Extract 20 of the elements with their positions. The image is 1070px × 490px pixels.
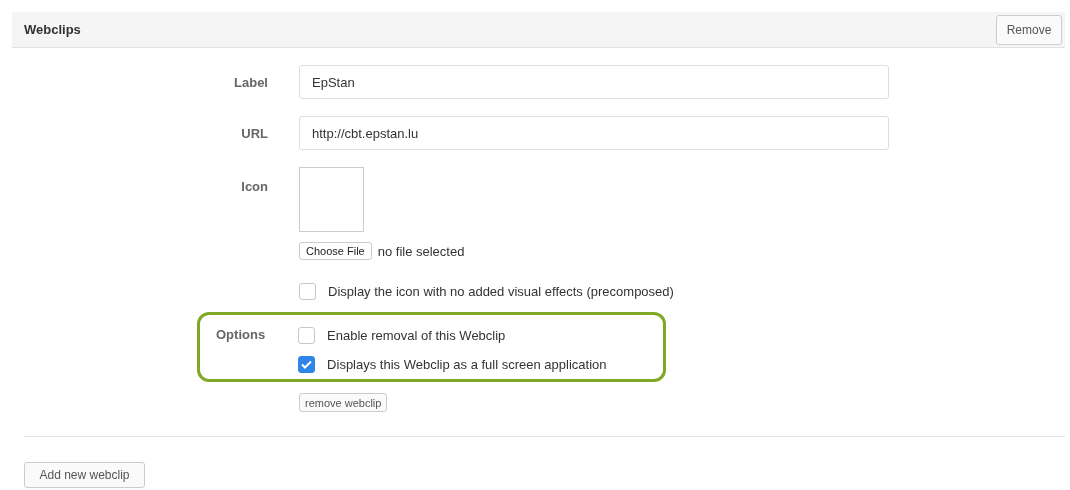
checkbox[interactable]	[298, 355, 316, 373]
checkbox[interactable]	[299, 282, 316, 300]
checkbox-label: Display the icon with no added visual effects (precomposed)	[328, 283, 674, 299]
checkbox-label: Displays this Webclip as a full screen application	[327, 356, 607, 372]
section-title: Webclips	[24, 22, 81, 37]
text-field[interactable]: http://cbt.epstan.lu	[299, 116, 889, 150]
checkmark-icon	[301, 359, 313, 369]
field-label: Options	[216, 326, 266, 344]
field-label: Label	[234, 74, 268, 90]
field-label: URL	[241, 125, 268, 141]
choose-file-button[interactable]: Choose File	[299, 242, 372, 260]
text-field[interactable]: EpStan	[299, 65, 889, 99]
checkbox[interactable]	[298, 326, 316, 344]
remove-button[interactable]: Remove	[996, 14, 1062, 45]
field-label: Icon	[241, 179, 268, 194]
checkbox-label: Enable removal of this Webclip	[327, 327, 506, 343]
remove-webclip-button[interactable]: remove webclip	[299, 393, 388, 412]
file-status: no file selected	[377, 243, 465, 259]
icon-preview	[299, 167, 364, 232]
add-webclip-button[interactable]: Add new webclip	[24, 462, 145, 488]
